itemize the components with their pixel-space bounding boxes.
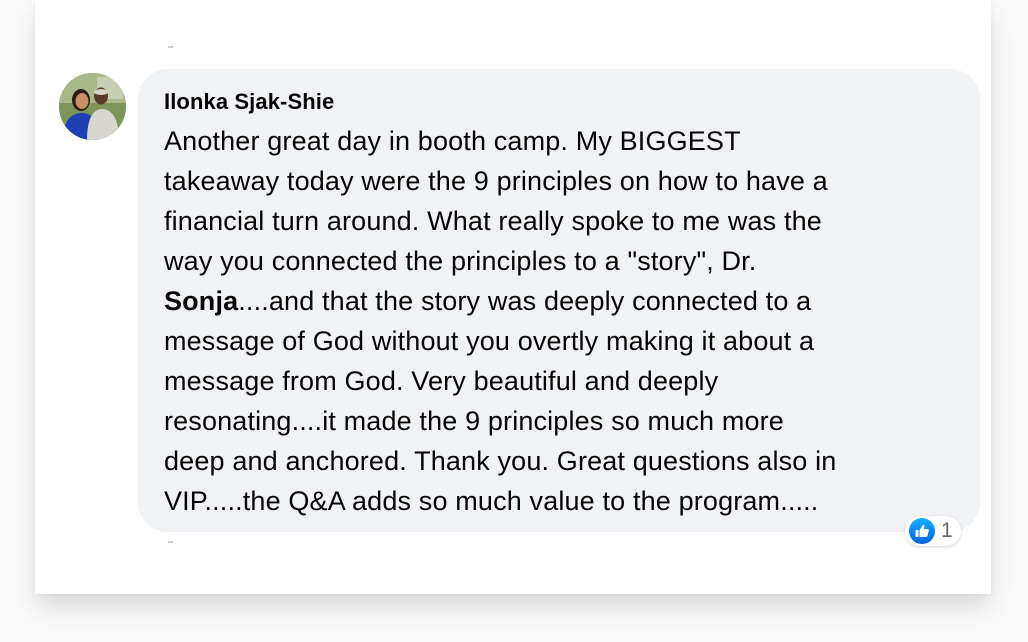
- comment-line: message from God. Very beautiful and dee…: [164, 366, 719, 396]
- comment-card: Ilonka Sjak-Shie Another great day in bo…: [35, 0, 991, 594]
- avatar[interactable]: [59, 73, 126, 140]
- avatar-photo: [59, 73, 126, 140]
- comment-line: VIP.....the Q&A adds so much value to th…: [164, 486, 819, 516]
- comment-text: Another great day in booth camp. My BIGG…: [164, 121, 976, 521]
- mention-tag[interactable]: Sonja: [164, 286, 238, 316]
- comment-author[interactable]: Ilonka Sjak-Shie: [164, 89, 334, 115]
- comment-line: deep and anchored. Thank you. Great ques…: [164, 446, 837, 476]
- comment-line: message of God without you overtly makin…: [164, 326, 815, 356]
- comment-line: Another great day in booth camp. My BIGG…: [164, 126, 741, 156]
- comment-bubble: Ilonka Sjak-Shie Another great day in bo…: [138, 69, 980, 532]
- comment-line: resonating....it made the 9 principles s…: [164, 406, 784, 436]
- reaction-count: 1: [941, 519, 953, 542]
- reaction-summary[interactable]: 1: [905, 516, 961, 546]
- thread-connector-top: [168, 46, 173, 48]
- comment-line: Sonja....and that the story was deeply c…: [164, 281, 976, 321]
- thread-connector-bottom: [168, 541, 173, 543]
- comment-line-rest: ....and that the story was deeply connec…: [238, 286, 812, 316]
- comment-line: way you connected the principles to a "s…: [164, 246, 757, 276]
- comment-line: financial turn around. What really spoke…: [164, 206, 822, 236]
- comment-line: takeaway today were the 9 principles on …: [164, 166, 828, 196]
- like-icon: [909, 518, 935, 544]
